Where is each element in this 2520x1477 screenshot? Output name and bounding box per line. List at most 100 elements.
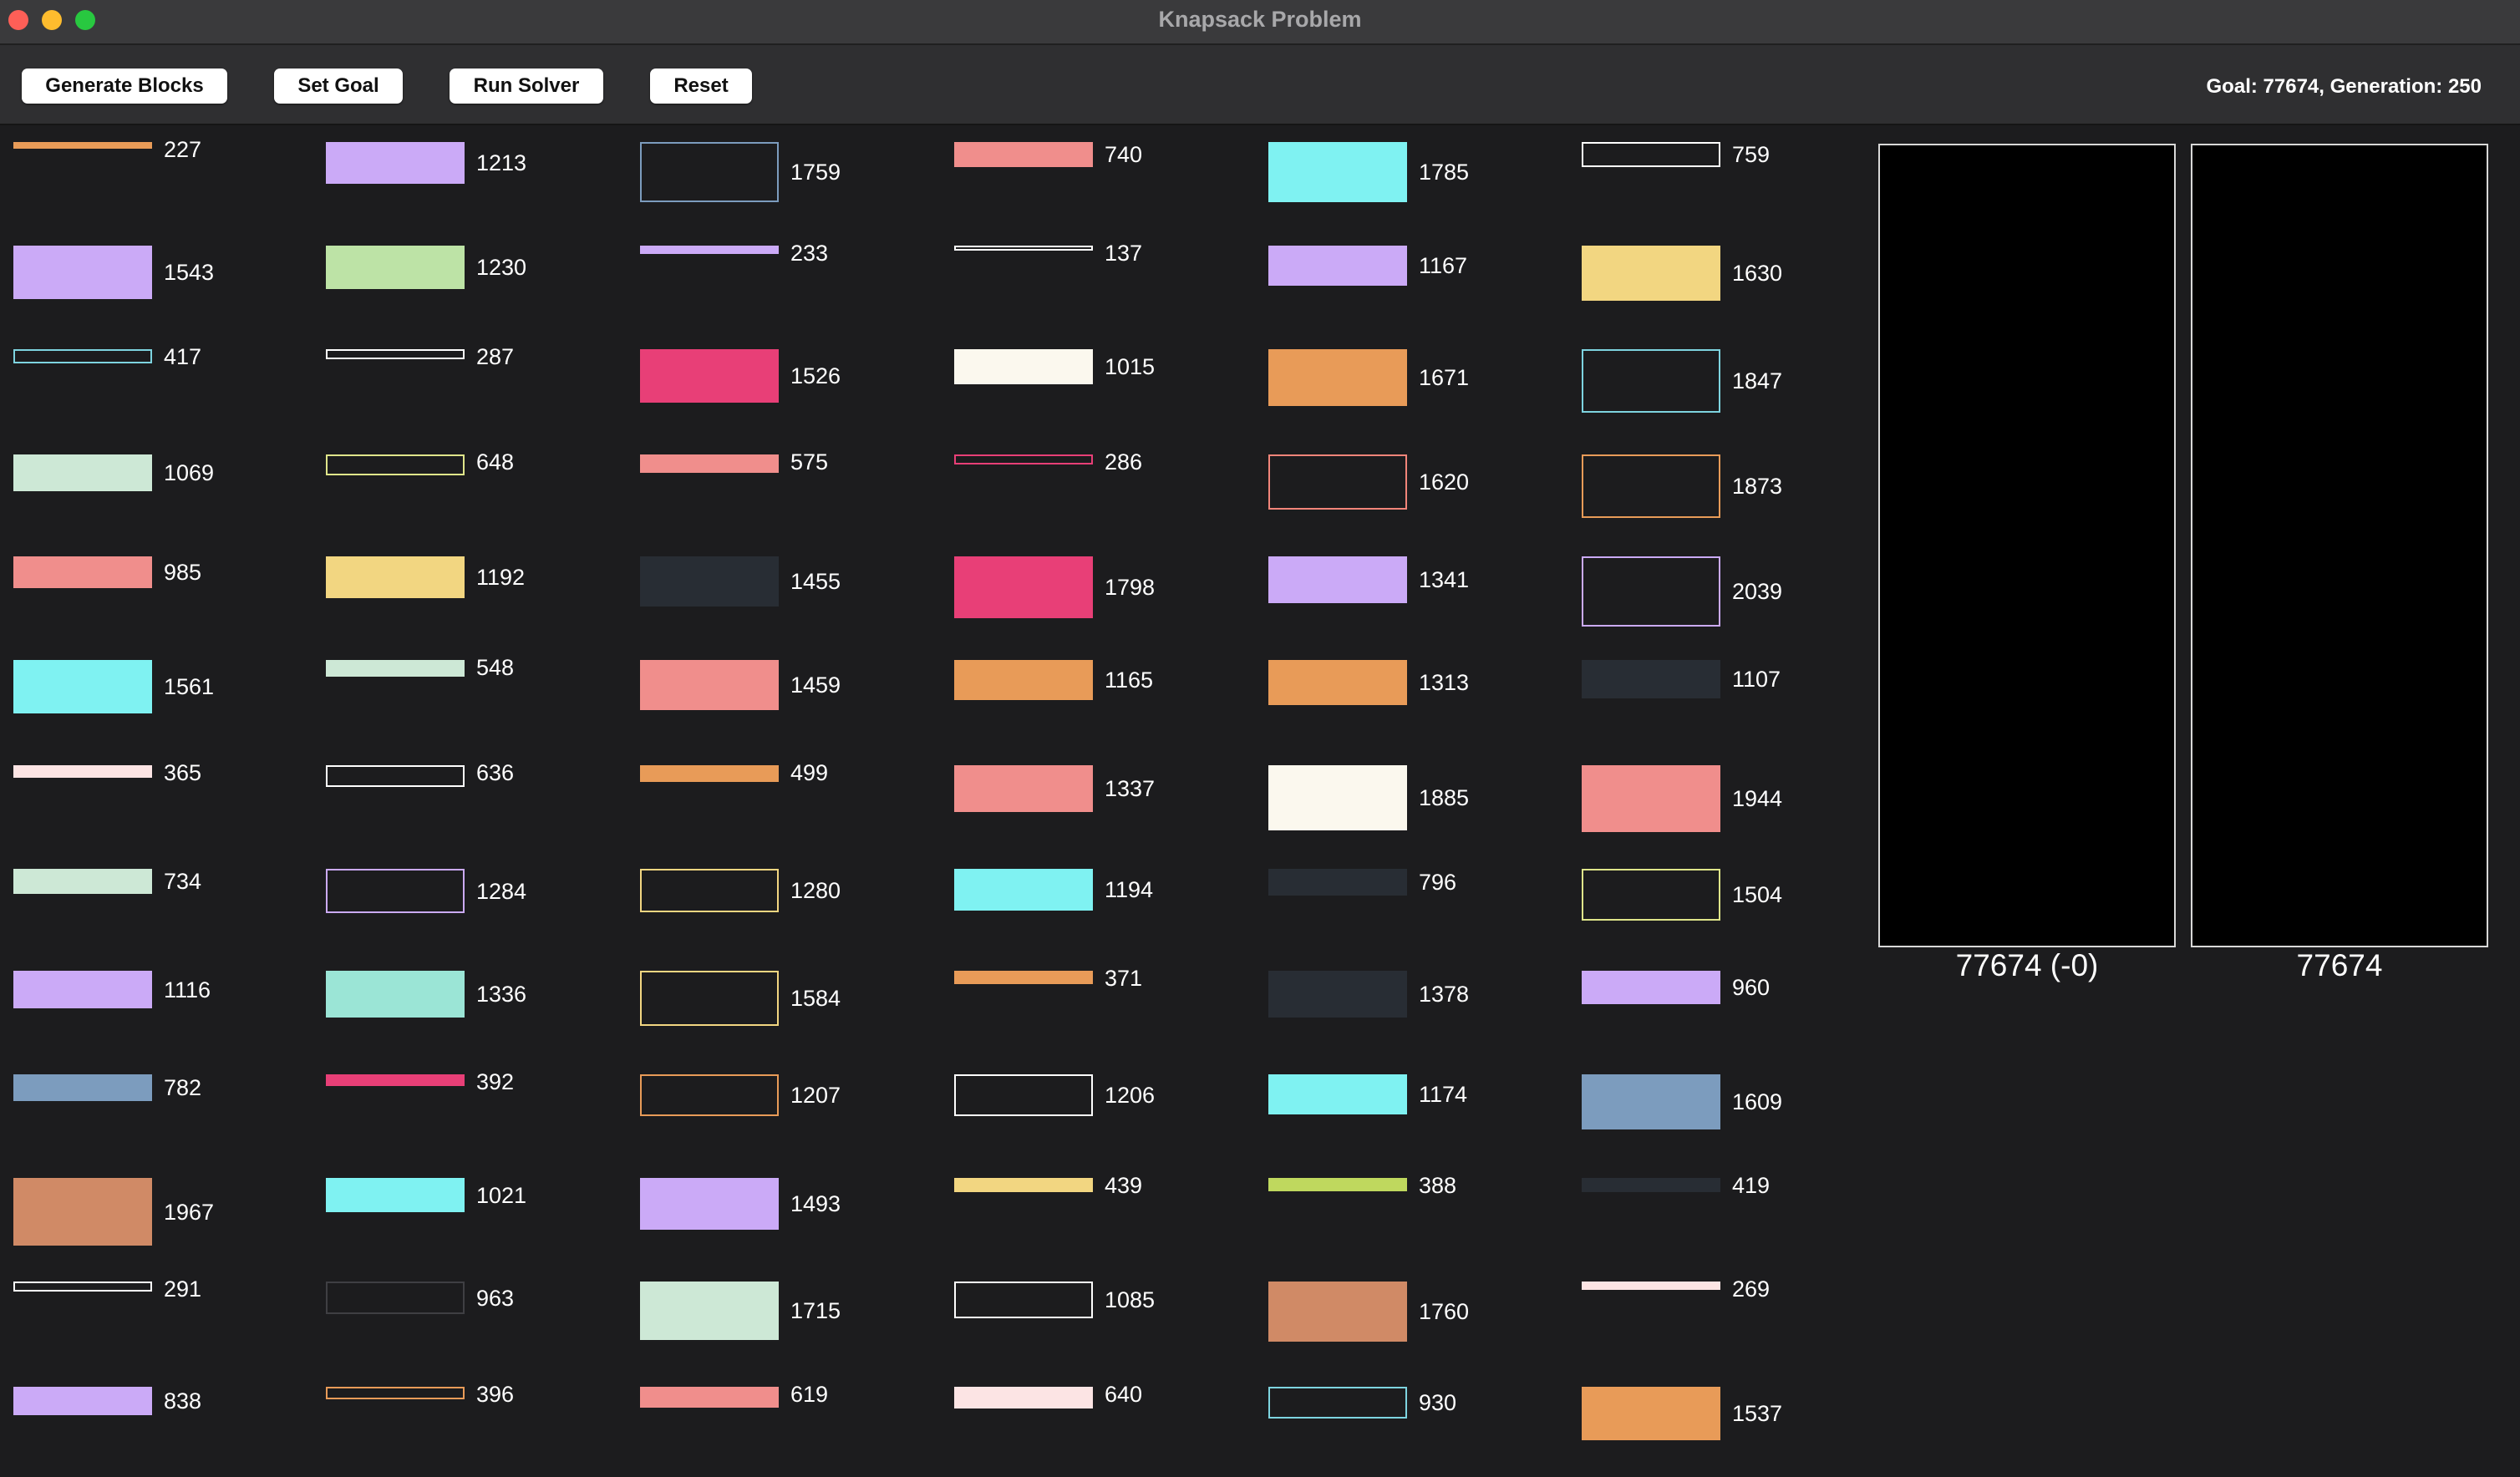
goal-generation-status: Goal: 77674, Generation: 250: [2206, 75, 2482, 98]
item-weight-label: 1944: [1732, 786, 1783, 811]
item-weight-label: 439: [1105, 1173, 1143, 1198]
item-weight-label: 1584: [790, 986, 841, 1011]
item-weight-label: 1284: [476, 878, 527, 904]
item-weight-label: 636: [476, 760, 515, 785]
goal-total-label: 77674: [2296, 948, 2383, 982]
item-block: [954, 349, 1093, 384]
blocks-area: 227 1543 417 1069 985 1561 365 734 1116 782 1967 29…: [0, 125, 1855, 1477]
item-block: [954, 1074, 1093, 1116]
item-weight-label: 419: [1732, 1173, 1771, 1198]
item-weight-label: 392: [476, 1069, 515, 1094]
item-block: [13, 971, 152, 1008]
item-weight-label: 286: [1105, 449, 1143, 475]
item-weight-label: 1630: [1732, 261, 1783, 286]
item-block: [326, 349, 465, 359]
toolbar: Generate Blocks Set Goal Run Solver Rese…: [0, 45, 2520, 125]
item-block: [1582, 1074, 1720, 1129]
reset-button[interactable]: Reset: [650, 69, 752, 104]
item-block: [13, 556, 152, 588]
item-block: [1582, 349, 1720, 413]
item-weight-label: 1967: [164, 1199, 215, 1225]
item-weight-label: 269: [1732, 1277, 1771, 1302]
item-block: [1268, 765, 1407, 830]
item-weight-label: 291: [164, 1277, 202, 1302]
item-block: [640, 142, 779, 202]
item-block: [13, 1074, 152, 1101]
item-block: [1582, 765, 1720, 832]
item-block: [1582, 660, 1720, 698]
item-weight-label: 1165: [1105, 667, 1154, 693]
item-weight-label: 1785: [1419, 160, 1470, 185]
item-weight-label: 782: [164, 1075, 202, 1100]
item-weight-label: 1015: [1105, 354, 1156, 379]
item-weight-label: 1760: [1419, 1299, 1470, 1324]
item-block: [640, 454, 779, 473]
item-weight-label: 1561: [164, 674, 215, 699]
item-weight-label: 1341: [1419, 567, 1470, 592]
item-weight-label: 1116: [164, 977, 211, 1002]
item-block: [326, 1387, 465, 1399]
item-block: [326, 660, 465, 677]
item-block: [954, 660, 1093, 700]
run-solver-button[interactable]: Run Solver: [450, 69, 603, 104]
item-block: [1582, 1387, 1720, 1440]
item-block: [640, 1074, 779, 1116]
item-weight-label: 137: [1105, 241, 1143, 266]
item-weight-label: 759: [1732, 142, 1771, 167]
item-block: [640, 349, 779, 403]
item-block: [13, 765, 152, 778]
item-block: [640, 1178, 779, 1230]
item-block: [1268, 349, 1407, 406]
item-weight-label: 1671: [1419, 365, 1470, 390]
item-weight-label: 548: [476, 655, 515, 680]
item-weight-label: 1280: [790, 878, 841, 903]
item-block: [640, 556, 779, 607]
set-goal-button[interactable]: Set Goal: [274, 69, 403, 104]
current-solution-panel: [1878, 144, 2176, 947]
item-block: [954, 454, 1093, 464]
item-weight-label: 1455: [790, 569, 841, 594]
item-block: [1582, 142, 1720, 167]
item-weight-label: 1759: [790, 160, 841, 185]
item-block: [1268, 660, 1407, 705]
item-weight-label: 1069: [164, 460, 215, 485]
item-weight-label: 734: [164, 869, 202, 894]
item-weight-label: 396: [476, 1382, 515, 1407]
item-block: [326, 1178, 465, 1212]
generate-blocks-button[interactable]: Generate Blocks: [22, 69, 227, 104]
item-weight-label: 1526: [790, 363, 841, 388]
item-block: [954, 246, 1093, 251]
item-weight-label: 1504: [1732, 882, 1783, 907]
item-weight-label: 1543: [164, 260, 215, 285]
item-weight-label: 417: [164, 344, 202, 369]
item-block: [326, 1282, 465, 1314]
window-title: Knapsack Problem: [1158, 7, 1362, 32]
item-block: [13, 349, 152, 363]
item-block: [954, 1387, 1093, 1408]
item-block: [1582, 1282, 1720, 1290]
item-weight-label: 740: [1105, 142, 1143, 167]
item-weight-label: 1847: [1732, 368, 1783, 393]
item-weight-label: 2039: [1732, 579, 1783, 604]
title-bar: Knapsack Problem: [0, 0, 2520, 45]
item-weight-label: 227: [164, 137, 202, 162]
item-weight-label: 1337: [1105, 776, 1156, 801]
item-block: [13, 1178, 152, 1246]
item-block: [954, 142, 1093, 167]
item-block: [954, 556, 1093, 618]
item-weight-label: 1459: [790, 673, 841, 698]
item-weight-label: 1336: [476, 982, 527, 1007]
item-weight-label: 233: [790, 241, 829, 266]
item-weight-label: 640: [1105, 1382, 1143, 1407]
item-block: [326, 765, 465, 787]
item-weight-label: 1021: [476, 1182, 527, 1208]
item-block: [13, 246, 152, 299]
item-block: [1268, 454, 1407, 510]
item-block: [1268, 971, 1407, 1018]
item-block: [1582, 556, 1720, 627]
item-block: [954, 971, 1093, 984]
item-weight-label: 1313: [1419, 670, 1470, 695]
item-block: [1268, 1282, 1407, 1342]
item-weight-label: 1715: [790, 1298, 841, 1323]
item-weight-label: 1609: [1732, 1089, 1783, 1114]
